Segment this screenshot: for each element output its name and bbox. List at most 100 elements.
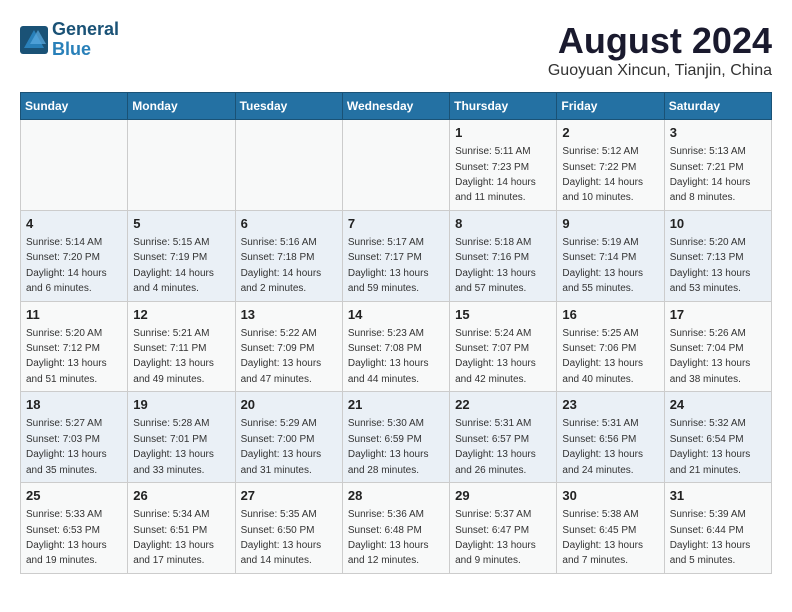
day-info: Sunrise: 5:19 AM Sunset: 7:14 PM Dayligh…	[562, 237, 643, 294]
day-info: Sunrise: 5:28 AM Sunset: 7:01 PM Dayligh…	[133, 418, 214, 475]
calendar-cell: 17 Sunrise: 5:26 AM Sunset: 7:04 PM Dayli…	[664, 301, 771, 392]
day-number: 30	[562, 487, 658, 505]
day-number: 31	[670, 487, 766, 505]
calendar-cell: 10 Sunrise: 5:20 AM Sunset: 7:13 PM Dayli…	[664, 210, 771, 301]
calendar-cell: 20 Sunrise: 5:29 AM Sunset: 7:00 PM Dayli…	[235, 392, 342, 483]
logo: General Blue	[20, 20, 119, 60]
day-number: 2	[562, 124, 658, 142]
calendar-cell: 18 Sunrise: 5:27 AM Sunset: 7:03 PM Dayli…	[21, 392, 128, 483]
day-number: 12	[133, 306, 229, 324]
day-info: Sunrise: 5:26 AM Sunset: 7:04 PM Dayligh…	[670, 328, 751, 385]
day-info: Sunrise: 5:16 AM Sunset: 7:18 PM Dayligh…	[241, 237, 322, 294]
calendar-cell	[21, 120, 128, 211]
day-info: Sunrise: 5:12 AM Sunset: 7:22 PM Dayligh…	[562, 146, 643, 203]
calendar-cell: 28 Sunrise: 5:36 AM Sunset: 6:48 PM Dayli…	[342, 483, 449, 574]
day-info: Sunrise: 5:31 AM Sunset: 6:57 PM Dayligh…	[455, 418, 536, 475]
logo-line1: General	[52, 20, 119, 40]
day-header-friday: Friday	[557, 93, 664, 120]
day-header-wednesday: Wednesday	[342, 93, 449, 120]
calendar-cell: 11 Sunrise: 5:20 AM Sunset: 7:12 PM Dayli…	[21, 301, 128, 392]
calendar-cell: 8 Sunrise: 5:18 AM Sunset: 7:16 PM Daylig…	[450, 210, 557, 301]
calendar-header-row: SundayMondayTuesdayWednesdayThursdayFrid…	[21, 93, 772, 120]
calendar-cell: 2 Sunrise: 5:12 AM Sunset: 7:22 PM Daylig…	[557, 120, 664, 211]
day-info: Sunrise: 5:30 AM Sunset: 6:59 PM Dayligh…	[348, 418, 429, 475]
calendar-cell: 7 Sunrise: 5:17 AM Sunset: 7:17 PM Daylig…	[342, 210, 449, 301]
day-number: 22	[455, 396, 551, 414]
calendar-cell: 15Sunrise: 5:24 AM Sunset: 7:07 PM Dayli…	[450, 301, 557, 392]
day-info: Sunrise: 5:29 AM Sunset: 7:00 PM Dayligh…	[241, 418, 322, 475]
day-number: 20	[241, 396, 337, 414]
day-number: 10	[670, 215, 766, 233]
calendar-cell: 14 Sunrise: 5:23 AM Sunset: 7:08 PM Dayli…	[342, 301, 449, 392]
calendar-week-row: 4 Sunrise: 5:14 AM Sunset: 7:20 PM Daylig…	[21, 210, 772, 301]
day-info: Sunrise: 5:36 AM Sunset: 6:48 PM Dayligh…	[348, 509, 429, 566]
day-info: Sunrise: 5:14 AM Sunset: 7:20 PM Dayligh…	[26, 237, 107, 294]
day-number: 25	[26, 487, 122, 505]
day-info: Sunrise: 5:15 AM Sunset: 7:19 PM Dayligh…	[133, 237, 214, 294]
day-info: Sunrise: 5:33 AM Sunset: 6:53 PM Dayligh…	[26, 509, 107, 566]
calendar-cell: 25 Sunrise: 5:33 AM Sunset: 6:53 PM Dayli…	[21, 483, 128, 574]
day-number: 26	[133, 487, 229, 505]
day-info: Sunrise: 5:35 AM Sunset: 6:50 PM Dayligh…	[241, 509, 322, 566]
day-number: 11	[26, 306, 122, 324]
day-info: Sunrise: 5:18 AM Sunset: 7:16 PM Dayligh…	[455, 237, 536, 294]
day-number: 5	[133, 215, 229, 233]
day-info: Sunrise: 5:24 AM Sunset: 7:07 PM Dayligh…	[455, 328, 536, 385]
calendar-cell: 6Sunrise: 5:16 AM Sunset: 7:18 PM Daylig…	[235, 210, 342, 301]
day-info: Sunrise: 5:25 AM Sunset: 7:06 PM Dayligh…	[562, 328, 643, 385]
day-number: 24	[670, 396, 766, 414]
day-number: 28	[348, 487, 444, 505]
calendar-cell: 3 Sunrise: 5:13 AM Sunset: 7:21 PM Daylig…	[664, 120, 771, 211]
calendar-cell: 16 Sunrise: 5:25 AM Sunset: 7:06 PM Dayli…	[557, 301, 664, 392]
calendar-week-row: 11 Sunrise: 5:20 AM Sunset: 7:12 PM Dayli…	[21, 301, 772, 392]
day-header-monday: Monday	[128, 93, 235, 120]
calendar-cell: 9Sunrise: 5:19 AM Sunset: 7:14 PM Daylig…	[557, 210, 664, 301]
calendar-week-row: 18 Sunrise: 5:27 AM Sunset: 7:03 PM Dayli…	[21, 392, 772, 483]
day-number: 27	[241, 487, 337, 505]
day-number: 16	[562, 306, 658, 324]
day-info: Sunrise: 5:17 AM Sunset: 7:17 PM Dayligh…	[348, 237, 429, 294]
day-number: 18	[26, 396, 122, 414]
day-info: Sunrise: 5:32 AM Sunset: 6:54 PM Dayligh…	[670, 418, 751, 475]
day-info: Sunrise: 5:38 AM Sunset: 6:45 PM Dayligh…	[562, 509, 643, 566]
day-number: 1	[455, 124, 551, 142]
day-info: Sunrise: 5:20 AM Sunset: 7:12 PM Dayligh…	[26, 328, 107, 385]
day-info: Sunrise: 5:13 AM Sunset: 7:21 PM Dayligh…	[670, 146, 751, 203]
calendar-cell: 30 Sunrise: 5:38 AM Sunset: 6:45 PM Dayli…	[557, 483, 664, 574]
calendar-cell: 31 Sunrise: 5:39 AM Sunset: 6:44 PM Dayli…	[664, 483, 771, 574]
day-info: Sunrise: 5:20 AM Sunset: 7:13 PM Dayligh…	[670, 237, 751, 294]
day-number: 4	[26, 215, 122, 233]
day-info: Sunrise: 5:11 AM Sunset: 7:23 PM Dayligh…	[455, 146, 536, 203]
calendar-cell: 26 Sunrise: 5:34 AM Sunset: 6:51 PM Dayli…	[128, 483, 235, 574]
day-number: 23	[562, 396, 658, 414]
calendar-cell: 29Sunrise: 5:37 AM Sunset: 6:47 PM Dayli…	[450, 483, 557, 574]
day-info: Sunrise: 5:34 AM Sunset: 6:51 PM Dayligh…	[133, 509, 214, 566]
day-number: 3	[670, 124, 766, 142]
calendar-cell: 12Sunrise: 5:21 AM Sunset: 7:11 PM Dayli…	[128, 301, 235, 392]
calendar-cell: 19 Sunrise: 5:28 AM Sunset: 7:01 PM Dayli…	[128, 392, 235, 483]
page-title: August 2024	[548, 20, 772, 62]
day-info: Sunrise: 5:39 AM Sunset: 6:44 PM Dayligh…	[670, 509, 751, 566]
day-number: 14	[348, 306, 444, 324]
calendar-cell: 1 Sunrise: 5:11 AM Sunset: 7:23 PM Daylig…	[450, 120, 557, 211]
day-number: 19	[133, 396, 229, 414]
calendar-cell: 22 Sunrise: 5:31 AM Sunset: 6:57 PM Dayli…	[450, 392, 557, 483]
logo-line2: Blue	[52, 40, 119, 60]
calendar-cell: 24 Sunrise: 5:32 AM Sunset: 6:54 PM Dayli…	[664, 392, 771, 483]
calendar-table: SundayMondayTuesdayWednesdayThursdayFrid…	[20, 92, 772, 574]
title-section: August 2024 Guoyuan Xincun, Tianjin, Chi…	[548, 20, 772, 80]
calendar-cell: 23Sunrise: 5:31 AM Sunset: 6:56 PM Dayli…	[557, 392, 664, 483]
day-number: 17	[670, 306, 766, 324]
day-number: 21	[348, 396, 444, 414]
calendar-cell	[128, 120, 235, 211]
day-header-thursday: Thursday	[450, 93, 557, 120]
calendar-cell: 21 Sunrise: 5:30 AM Sunset: 6:59 PM Dayli…	[342, 392, 449, 483]
day-number: 8	[455, 215, 551, 233]
day-header-sunday: Sunday	[21, 93, 128, 120]
day-info: Sunrise: 5:27 AM Sunset: 7:03 PM Dayligh…	[26, 418, 107, 475]
day-number: 7	[348, 215, 444, 233]
day-info: Sunrise: 5:23 AM Sunset: 7:08 PM Dayligh…	[348, 328, 429, 385]
calendar-cell: 27 Sunrise: 5:35 AM Sunset: 6:50 PM Dayli…	[235, 483, 342, 574]
day-header-saturday: Saturday	[664, 93, 771, 120]
day-number: 29	[455, 487, 551, 505]
